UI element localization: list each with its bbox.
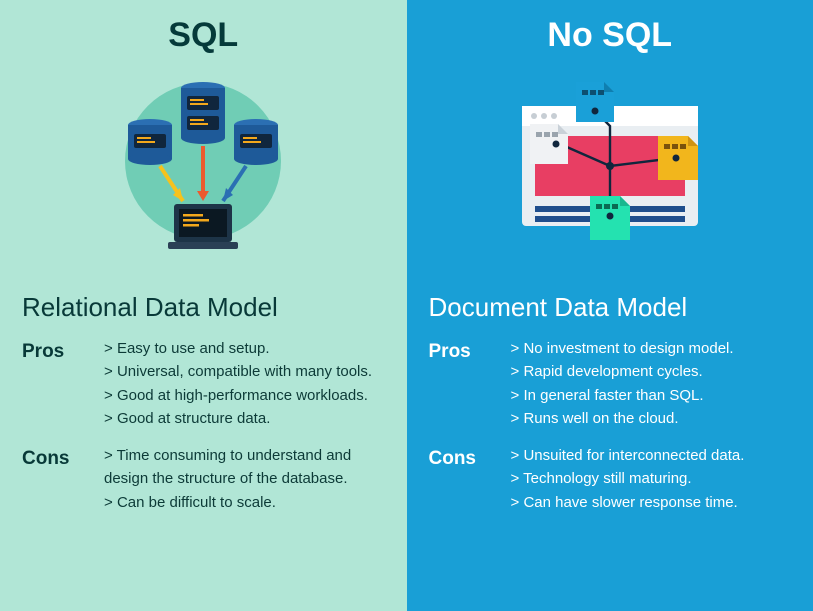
nosql-cons-list: Unsuited for interconnected data. Techno… (511, 444, 792, 514)
nosql-title: No SQL (429, 16, 792, 55)
list-item: No investment to design model. (511, 337, 792, 360)
sql-illustration-icon (22, 63, 385, 278)
list-item: In general faster than SQL. (511, 384, 792, 407)
sql-pros-cons-table: Pros Easy to use and setup. Universal, c… (22, 337, 385, 514)
nosql-pros-cons-table: Pros No investment to design model. Rapi… (429, 337, 792, 514)
comparison-diagram: SQL (0, 0, 813, 611)
sql-panel: SQL (0, 0, 407, 611)
sql-model-heading: Relational Data Model (22, 292, 385, 323)
nosql-panel: No SQL (407, 0, 813, 611)
sql-title: SQL (22, 16, 385, 55)
nosql-model-heading: Document Data Model (429, 292, 792, 323)
sql-pros-list: Easy to use and setup. Universal, compat… (104, 337, 385, 430)
list-item: Runs well on the cloud. (511, 407, 792, 430)
list-item: Easy to use and setup. (104, 337, 385, 360)
list-item: Can have slower response time. (511, 491, 792, 514)
sql-cons-list: Time consuming to understand and design … (104, 444, 385, 514)
list-item: Can be difficult to scale. (104, 491, 385, 514)
list-item: Time consuming to understand and design … (104, 444, 385, 491)
list-item: Good at high-performance workloads. (104, 384, 385, 407)
list-item: Technology still maturing. (511, 467, 792, 490)
list-item: Universal, compatible with many tools. (104, 360, 385, 383)
list-item: Unsuited for interconnected data. (511, 444, 792, 467)
pros-label: Pros (22, 337, 94, 430)
nosql-illustration-icon (429, 63, 792, 278)
cons-label: Cons (429, 444, 501, 514)
cons-label: Cons (22, 444, 94, 514)
pros-label: Pros (429, 337, 501, 430)
list-item: Good at structure data. (104, 407, 385, 430)
nosql-pros-list: No investment to design model. Rapid dev… (511, 337, 792, 430)
list-item: Rapid development cycles. (511, 360, 792, 383)
